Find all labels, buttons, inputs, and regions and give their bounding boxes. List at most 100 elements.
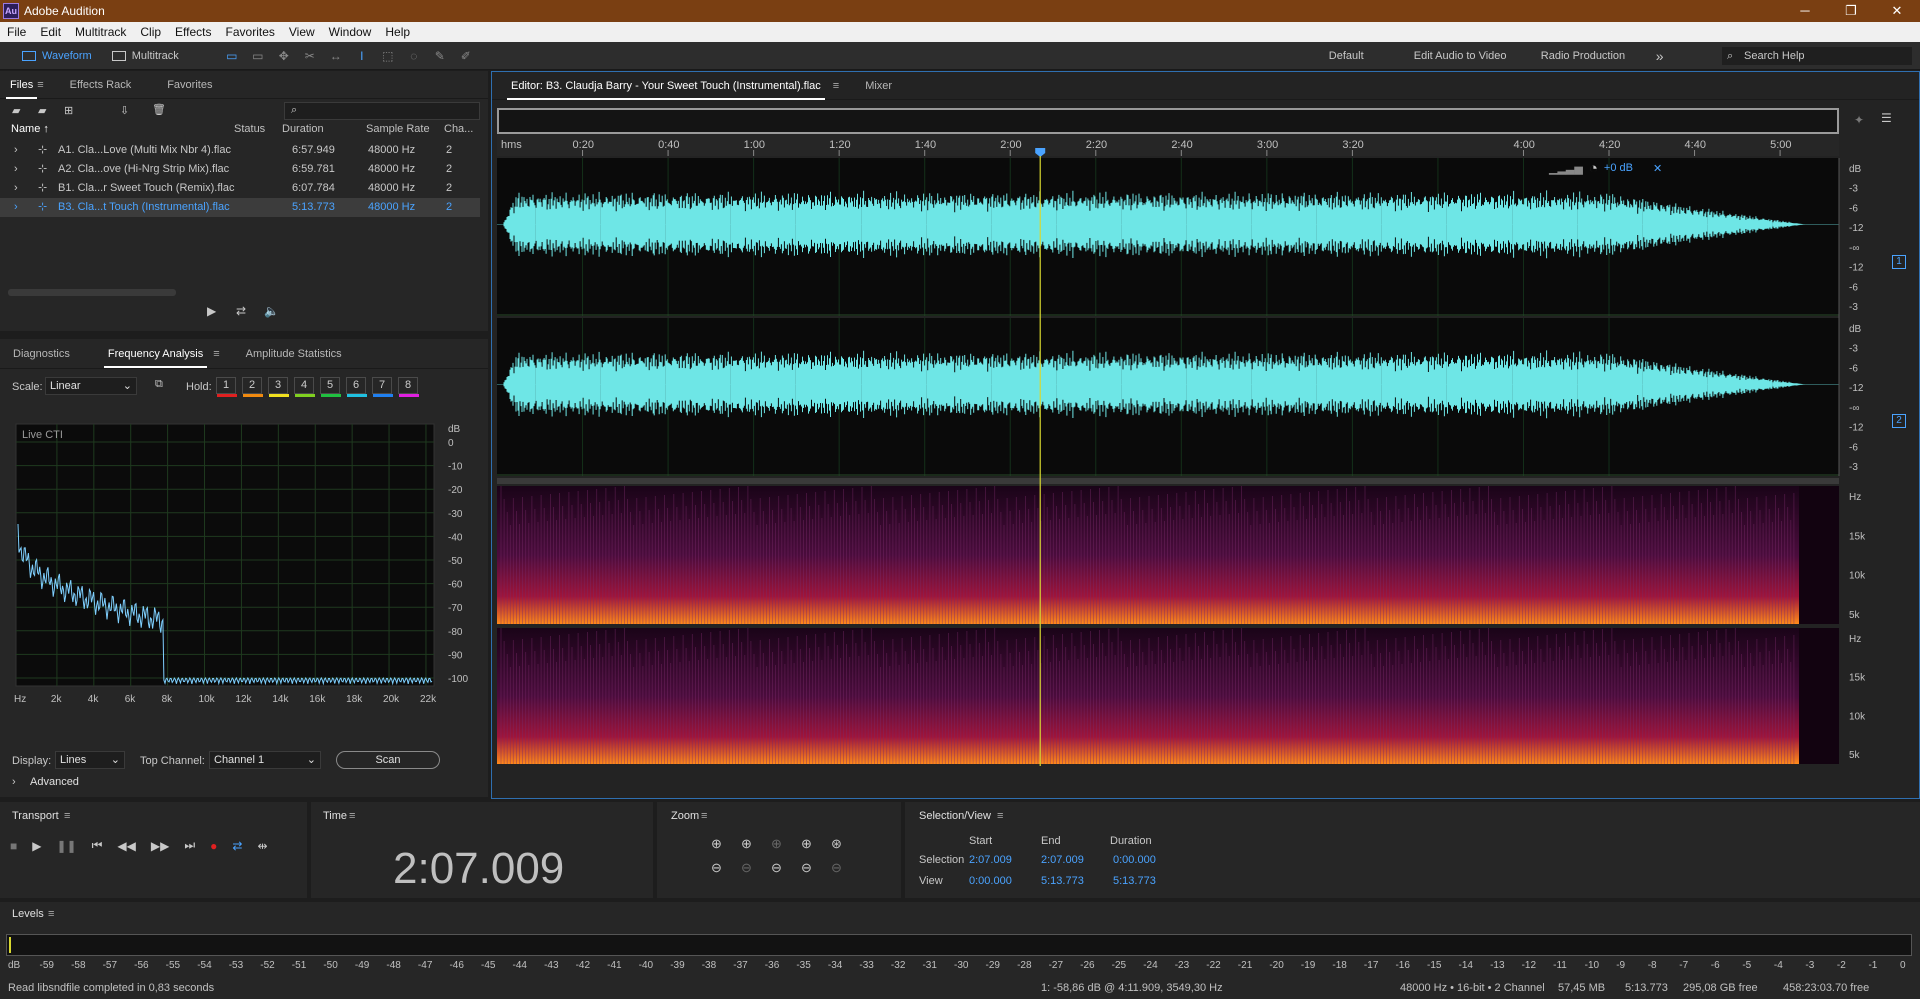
menu-view[interactable]: View <box>282 25 322 39</box>
panel-menu-icon[interactable]: ≡ <box>349 810 355 822</box>
expand-icon[interactable]: › <box>14 198 18 217</box>
close-icon[interactable]: ✕ <box>1874 0 1920 22</box>
ch2-badge[interactable]: 2 <box>1892 414 1906 428</box>
tab-files[interactable]: Files <box>0 79 43 99</box>
overview-strip[interactable] <box>497 108 1839 134</box>
top-channel-select[interactable]: Channel 1 ⌄ <box>209 751 321 769</box>
file-row[interactable]: › ⊹ B1. Cla...r Sweet Touch (Remix).flac… <box>0 179 480 198</box>
zoom-reset-icon[interactable]: ⊖ <box>801 860 831 876</box>
advanced-label[interactable]: Advanced <box>30 776 79 788</box>
hold-button-7[interactable]: 7 <box>372 377 393 397</box>
panel-menu-icon[interactable]: ≡ <box>997 810 1003 822</box>
loop-playback-icon[interactable]: ⇄ <box>232 839 242 853</box>
file-row-selected[interactable]: › ⊹ B3. Cla...t Touch (Instrumental).fla… <box>0 198 480 217</box>
insert-into-multitrack-icon[interactable]: ⇩ <box>120 104 129 117</box>
play-preview-icon[interactable]: ▶ <box>207 304 216 318</box>
multitrack-view-button[interactable]: Multitrack <box>102 42 189 70</box>
menu-window[interactable]: Window <box>322 25 379 39</box>
tab-favorites[interactable]: Favorites <box>157 79 222 91</box>
ch1-badge[interactable]: 1 <box>1892 255 1906 269</box>
hold-button-8[interactable]: 8 <box>398 377 419 397</box>
time-display[interactable]: 2:07.009 <box>393 844 564 894</box>
marker-icon[interactable]: ⧉ <box>155 378 163 391</box>
tab-editor[interactable]: Editor: B3. Claudja Barry - Your Sweet T… <box>501 80 831 100</box>
col-channels[interactable]: Cha... <box>444 123 473 135</box>
tab-mixer[interactable]: Mixer <box>855 80 902 92</box>
stop-icon[interactable]: ■ <box>10 839 17 853</box>
tab-effects-rack[interactable]: Effects Rack <box>60 79 142 91</box>
zoom-in-amplitude-icon[interactable]: ⊕ <box>711 836 741 852</box>
display-select[interactable]: Lines ⌄ <box>55 751 125 769</box>
hud-volume[interactable]: ▁▂▃▅ ◔ +0 dB ✕ <box>1549 158 1662 178</box>
workspace-edit-audio-video[interactable]: Edit Audio to Video <box>1414 42 1507 70</box>
view-duration[interactable]: 5:13.773 <box>1113 875 1156 887</box>
minimize-icon[interactable]: ─ <box>1782 0 1828 22</box>
panel-menu-icon[interactable]: ≡ <box>213 348 219 360</box>
loop-preview-icon[interactable]: ⇄ <box>236 304 246 318</box>
menu-multitrack[interactable]: Multitrack <box>68 25 133 39</box>
menu-clip[interactable]: Clip <box>133 25 168 39</box>
col-status[interactable]: Status <box>234 123 265 135</box>
brush-tool-icon[interactable]: ✎ <box>431 48 449 64</box>
scale-select[interactable]: Linear ⌄ <box>45 377 137 395</box>
time-selection-tool-icon[interactable]: I <box>353 48 371 64</box>
hold-button-6[interactable]: 6 <box>346 377 367 397</box>
hold-button-2[interactable]: 2 <box>242 377 263 397</box>
new-file-icon[interactable]: ⊞ <box>64 104 73 117</box>
lasso-tool-icon[interactable]: ◌ <box>405 48 423 64</box>
close-file-icon[interactable]: 🗑 <box>152 103 166 116</box>
marquee-tool-icon[interactable]: ⬚ <box>379 48 397 64</box>
zoom-in-time-icon[interactable]: ⊕ <box>741 836 771 852</box>
zoom-out-amplitude-icon[interactable]: ⊖ <box>711 860 741 876</box>
zoom-selection-icon[interactable]: ⊛ <box>831 836 861 852</box>
record-icon[interactable]: ● <box>210 839 217 853</box>
restore-icon[interactable]: ❐ <box>1828 0 1874 22</box>
panel-menu-icon[interactable]: ≡ <box>833 80 839 92</box>
spectral-display-icon[interactable]: ▭ <box>223 48 241 64</box>
play-icon[interactable]: ▶ <box>32 839 41 853</box>
zoom-in-left-icon[interactable]: ⊕ <box>771 836 801 852</box>
zoom-to-selection-icon[interactable]: ✦ <box>1854 113 1864 127</box>
waveform-display[interactable]: hms 0:20 0:40 1:00 1:20 1:40 2:00 2:20 2:40 3:00 3… <box>492 134 1920 794</box>
file-row[interactable]: › ⊹ A1. Cla...Love (Multi Mix Nbr 4).fla… <box>0 141 480 160</box>
search-help-field[interactable]: ⌕ Search Help <box>1722 47 1912 65</box>
scan-button[interactable]: Scan <box>336 751 440 769</box>
panel-menu-icon[interactable]: ≡ <box>48 908 54 920</box>
zoom-out-all-icon[interactable]: ⊖ <box>831 860 861 876</box>
menu-effects[interactable]: Effects <box>168 25 218 39</box>
col-name[interactable]: Name ↑ <box>11 123 49 135</box>
menu-favorites[interactable]: Favorites <box>219 25 282 39</box>
view-start[interactable]: 0:00.000 <box>969 875 1012 887</box>
horizontal-scrollbar[interactable] <box>8 289 176 296</box>
waveform-view-button[interactable]: Waveform <box>12 42 102 70</box>
selection-end[interactable]: 2:07.009 <box>1041 854 1084 866</box>
workspace-default[interactable]: Default <box>1329 42 1364 70</box>
file-row[interactable]: › ⊹ A2. Cla...ove (Hi-Nrg Strip Mix).fla… <box>0 160 480 179</box>
rewind-icon[interactable]: ◀◀ <box>117 839 135 853</box>
move-to-end-icon[interactable]: ⏭ <box>184 838 195 853</box>
fast-forward-icon[interactable]: ▶▶ <box>151 839 169 853</box>
hold-button-5[interactable]: 5 <box>320 377 341 397</box>
advanced-expand-icon[interactable]: › <box>12 776 16 788</box>
file-search-input[interactable]: ⌕ <box>284 102 480 120</box>
zoom-out-full-icon[interactable]: ⊖ <box>771 860 801 876</box>
panel-menu-icon[interactable]: ≡ <box>701 810 707 822</box>
pitch-display-icon[interactable]: ▭ <box>249 48 267 64</box>
hold-button-3[interactable]: 3 <box>268 377 289 397</box>
spot-healing-icon[interactable]: ✐ <box>457 48 475 64</box>
more-workspaces-icon[interactable]: » <box>1656 42 1664 70</box>
view-end[interactable]: 5:13.773 <box>1041 875 1084 887</box>
tab-diagnostics[interactable]: Diagnostics <box>3 348 80 360</box>
pin-hud-icon[interactable]: ✕ <box>1653 162 1662 175</box>
move-tool-icon[interactable]: ✥ <box>275 48 293 64</box>
slip-tool-icon[interactable]: ↔ <box>327 48 345 64</box>
overview-menu-icon[interactable]: ☰ <box>1881 111 1892 125</box>
hold-button-4[interactable]: 4 <box>294 377 315 397</box>
menu-edit[interactable]: Edit <box>33 25 68 39</box>
zoom-in-right-icon[interactable]: ⊕ <box>801 836 831 852</box>
expand-icon[interactable]: › <box>14 160 18 179</box>
col-sample-rate[interactable]: Sample Rate <box>366 123 430 135</box>
pause-icon[interactable]: ❚❚ <box>56 839 76 853</box>
razor-tool-icon[interactable]: ✂ <box>301 48 319 64</box>
hold-button-1[interactable]: 1 <box>216 377 237 397</box>
